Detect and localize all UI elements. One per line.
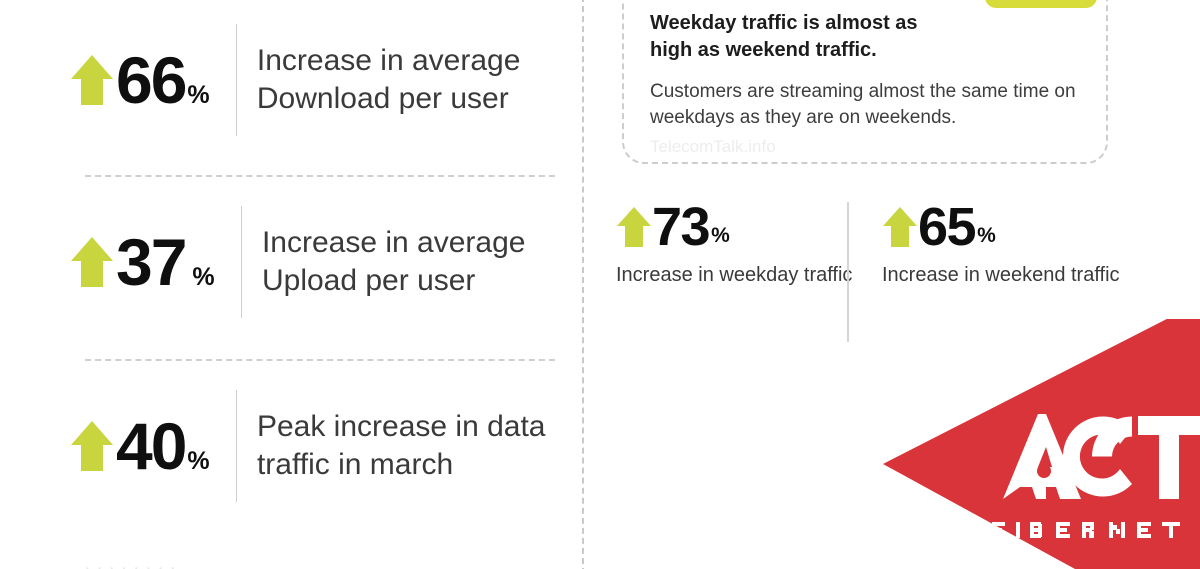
accent-pill (985, 0, 1097, 8)
mini-stat-value-group: 73 % (616, 200, 852, 254)
arrow-up-icon (70, 419, 114, 473)
mini-stat-value: 73 (652, 197, 711, 257)
stat-unit: % (187, 447, 210, 475)
stat-description: Increase in average Upload per user (261, 225, 526, 297)
mini-stats-group: 73 % Increase in weekday traffic 65 % In… (582, 200, 1200, 350)
arrow-up-icon (70, 235, 114, 289)
mini-stat-value: 65 (918, 197, 977, 257)
stat-description: Peak increase in data traffic in march (256, 409, 546, 481)
arrow-up-icon (882, 205, 918, 249)
right-column: Weekday traffic is almost as high as wee… (582, 0, 1200, 569)
stat-unit: % (187, 81, 210, 109)
stat-divider (235, 24, 237, 136)
arrow-up-icon (616, 205, 652, 249)
mini-stat: 73 % Increase in weekday traffic (616, 200, 852, 288)
mini-stat-value-group: 65 % (882, 200, 1120, 254)
watermark: TelecomTalk.info (650, 136, 776, 156)
stat-row: 37 % Increase in average Upload per user (70, 200, 582, 324)
arrow-up-icon (70, 53, 114, 107)
cut-off-text: · · · · · · · · (84, 557, 177, 569)
callout-card: Weekday traffic is almost as high as wee… (622, 0, 1108, 164)
stat-description: Increase in average Download per user (256, 43, 521, 115)
infographic-canvas: 66 % Increase in average Download per us… (0, 0, 1200, 569)
mini-stat-divider (847, 202, 849, 342)
stat-value-group: 40 % (116, 413, 210, 479)
stat-value-group: 37 % (116, 229, 215, 295)
mini-stat-unit: % (711, 224, 730, 247)
stat-value: 40 (116, 409, 187, 483)
stat-value: 37 (116, 225, 187, 299)
mini-stat-label: Increase in weekend traffic (882, 264, 1120, 286)
callout-body: Customers are streaming almost the same … (650, 81, 1076, 129)
callout-title: Weekday traffic is almost as high as wee… (650, 12, 918, 61)
stat-value: 66 (116, 43, 187, 117)
mini-stat-unit: % (977, 224, 996, 247)
section-separator (85, 359, 555, 361)
stat-divider (235, 390, 237, 502)
mini-stat: 65 % Increase in weekend traffic (882, 200, 1120, 288)
section-separator (85, 175, 555, 177)
stat-value-group: 66 % (116, 47, 210, 113)
stat-row: 66 % Increase in average Download per us… (70, 18, 582, 142)
mini-stat-label: Increase in weekday traffic (616, 264, 853, 286)
left-column: 66 % Increase in average Download per us… (0, 0, 582, 569)
stat-row: 40 % Peak increase in data traffic in ma… (70, 384, 582, 508)
stat-unit: % (192, 263, 215, 291)
stat-divider (240, 206, 242, 318)
